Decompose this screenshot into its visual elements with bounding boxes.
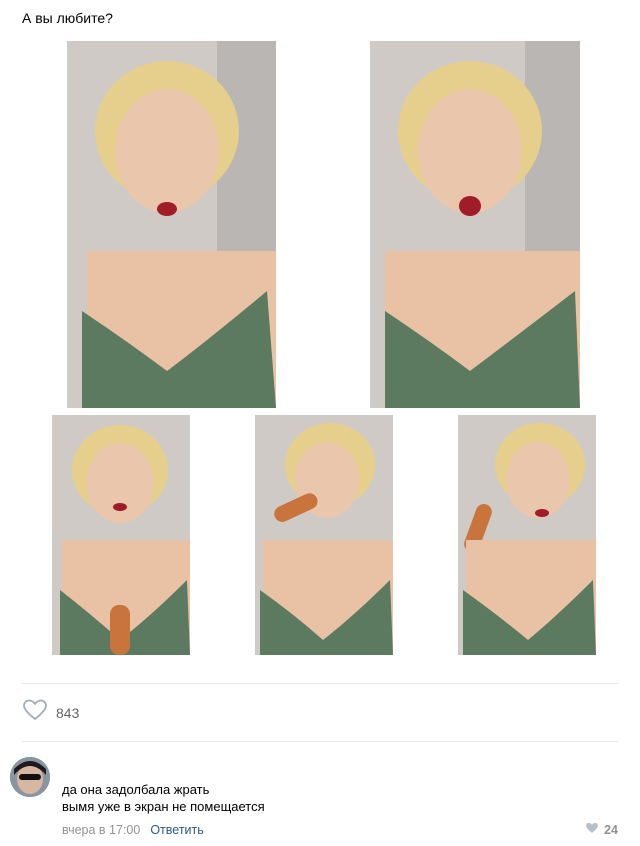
comment-item: да она задолбала жрать вымя уже в экран … (10, 757, 630, 837)
reply-button[interactable]: Ответить (150, 823, 203, 837)
comment-text: да она задолбала жрать вымя уже в экран … (62, 781, 265, 815)
post-photo-1[interactable] (67, 41, 276, 408)
post-photo-4[interactable] (255, 415, 393, 655)
comment-like-count: 24 (604, 823, 618, 837)
photo-2-image (370, 41, 580, 408)
comment-like-button[interactable]: 24 (585, 821, 618, 839)
post-text: А вы любите? (22, 10, 113, 26)
post-like-count: 843 (56, 704, 80, 721)
post-photo-3[interactable] (52, 415, 190, 655)
comment-timestamp[interactable]: вчера в 17:00 (62, 823, 140, 837)
photo-5-image (458, 415, 596, 655)
photo-4-image (255, 415, 393, 655)
post-photo-5[interactable] (458, 415, 596, 655)
photo-1-image (67, 41, 276, 408)
comments-divider (22, 741, 618, 742)
comment-line-2: вымя уже в экран не помещается (62, 799, 265, 814)
post-photo-2[interactable] (370, 41, 580, 408)
comment-line-1: да она задолбала жрать (62, 782, 210, 797)
comment-meta: вчера в 17:00 Ответить (62, 823, 204, 837)
heart-outline-icon (22, 699, 48, 726)
post-like-button[interactable]: 843 (22, 699, 79, 726)
heart-filled-icon (585, 821, 599, 839)
post-divider (22, 683, 618, 684)
avatar[interactable] (10, 757, 50, 797)
photo-3-image (52, 415, 190, 655)
